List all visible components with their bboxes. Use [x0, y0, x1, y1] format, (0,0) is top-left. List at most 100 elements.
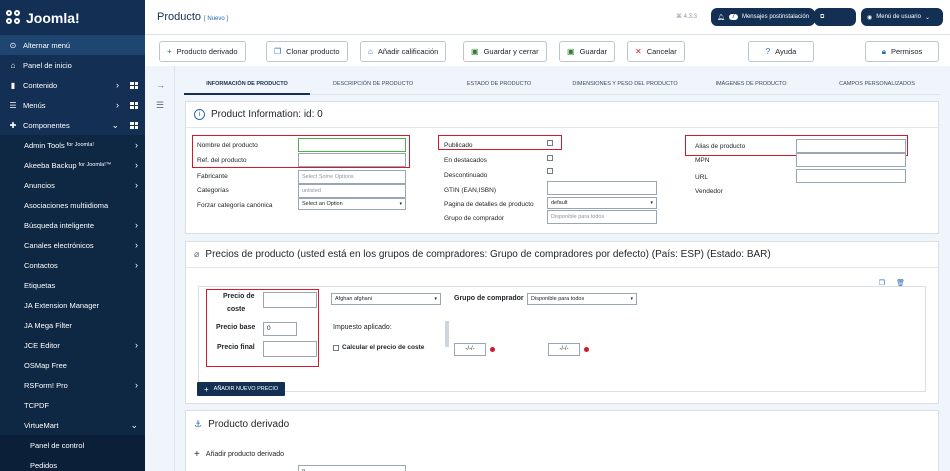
manufacturer-select[interactable]: Select Some Options: [298, 170, 406, 184]
joomla-logo[interactable]: Joomla!: [0, 0, 145, 35]
clear-date-icon[interactable]: [584, 347, 589, 352]
sidebar-item-component[interactable]: Búsqueda inteligente ›: [0, 215, 145, 235]
derived-product-field[interactable]: 0: [298, 465, 406, 471]
alias-input[interactable]: [796, 139, 906, 153]
sidebar-item-component[interactable]: Akeeba Backup for Joomla!™ ›: [0, 155, 145, 175]
tab-5[interactable]: CAMPOS PERSONALIZADOS: [814, 73, 940, 95]
add-rating-button[interactable]: ⌂ Añadir calificación: [360, 41, 447, 62]
currency-select[interactable]: Afghan afghani ▾: [331, 293, 441, 305]
sidebar-item-virtuemart[interactable]: Pedidos: [0, 455, 145, 471]
derived-product-title: Producto derivado: [208, 418, 290, 430]
sidebar-item-label: Asociaciones multiidioma: [24, 200, 109, 210]
price-date-to[interactable]: -/-/-: [548, 343, 580, 356]
trash-icon[interactable]: 🗑︎: [896, 279, 905, 287]
dashboard-grid-icon[interactable]: [130, 121, 138, 129]
save-icon: ▣: [567, 47, 575, 56]
sidebar-item-component[interactable]: OSMap Free: [0, 355, 145, 375]
plus-icon: +: [194, 449, 200, 460]
sidebar-item-component[interactable]: Canales electrónicos ›: [0, 235, 145, 255]
published-checkbox[interactable]: [547, 140, 553, 146]
user-menu-button[interactable]: ◉ Menú de usuario ⌄: [861, 8, 943, 26]
sidebar-item-menus[interactable]: ☰ Menús ›: [0, 95, 145, 115]
tab-3[interactable]: DIMENSIONES Y PESO DEL PRODUCTO: [562, 73, 688, 95]
sidebar-item-components[interactable]: ✚ Componentes ⌄: [0, 115, 145, 135]
sidebar-item-label: Menús: [23, 100, 46, 110]
sidebar-item-component[interactable]: Anuncios ›: [0, 175, 145, 195]
sidebar: Joomla! ⊙ Alternar menú ⌂ Panel de inici…: [0, 0, 145, 471]
arrow-right-icon[interactable]: →: [156, 80, 165, 90]
shopper-group-select[interactable]: Disponible para todos: [547, 210, 657, 224]
sidebar-item-component[interactable]: JA Mega Filter: [0, 315, 145, 335]
help-button[interactable]: ? Ayuda: [748, 41, 814, 62]
dashboard-grid-icon[interactable]: [130, 81, 138, 89]
sidebar-item-component[interactable]: JA Extension Manager: [0, 295, 145, 315]
discontinued-checkbox[interactable]: [547, 168, 553, 174]
cost-price-input[interactable]: [263, 292, 317, 308]
tab-0[interactable]: INFORMACIÓN DE PRODUCTO: [184, 73, 310, 95]
sidebar-item-suffix: for Joomla!™: [78, 162, 112, 168]
chevron-down-icon: ▾: [399, 201, 402, 207]
product-sku-input[interactable]: [298, 153, 406, 167]
hamburger-icon[interactable]: ☰: [156, 100, 164, 111]
price-shopper-group-select[interactable]: Disponible para todos ▾: [527, 293, 637, 305]
derived-product-button[interactable]: + Producto derivado: [159, 41, 246, 62]
gtin-input[interactable]: [547, 181, 657, 195]
sidebar-item-component[interactable]: JCE Editor ›: [0, 335, 145, 355]
add-new-price-button[interactable]: + AÑADIR NUEVO PRECIO: [197, 382, 286, 396]
tab-1[interactable]: DESCRIPCIÓN DE PRODUCTO: [310, 73, 436, 95]
tab-4[interactable]: IMÁGENES DE PRODUCTO: [688, 73, 814, 95]
sidebar-item-component[interactable]: RSForm! Pro ›: [0, 375, 145, 395]
plus-icon: +: [167, 47, 172, 56]
copy-icon: ❐: [274, 47, 282, 56]
product-name-input[interactable]: [298, 138, 406, 152]
base-price-input[interactable]: 0: [263, 322, 297, 336]
clone-product-button[interactable]: ❐ Clonar producto: [266, 41, 348, 62]
product-info-header: i Product Information: id: 0: [186, 102, 938, 128]
tab-2[interactable]: ESTADO DE PRODUCTO: [436, 73, 562, 95]
clear-date-icon[interactable]: [490, 347, 495, 352]
messages-count-badge: 7: [728, 14, 738, 20]
button-label: Añadir calificación: [377, 47, 439, 56]
sidebar-item-component[interactable]: VirtueMart ⌄: [0, 415, 145, 435]
cost-price-label: Precio de: [223, 293, 255, 300]
sidebar-toggle-menu[interactable]: ⊙ Alternar menú: [0, 35, 145, 55]
sidebar-item-label: Alternar menú: [23, 40, 71, 50]
final-price-input[interactable]: [263, 341, 317, 357]
url-input[interactable]: [796, 169, 906, 183]
sidebar-item-home[interactable]: ⌂ Panel de inicio: [0, 55, 145, 75]
scroll-handle[interactable]: [445, 321, 449, 347]
sidebar-item-component[interactable]: Contactos ›: [0, 255, 145, 275]
sidebar-item-content[interactable]: ▮ Contenido ›: [0, 75, 145, 95]
product-prices-card: ⌀ Precios de producto (usted está en los…: [185, 241, 939, 404]
canonical-category-select[interactable]: Select an Option ▾: [298, 198, 406, 210]
price-date-from[interactable]: -/-/-: [454, 343, 486, 356]
save-button[interactable]: ▣ Guardar: [559, 41, 616, 62]
sidebar-item-component[interactable]: Asociaciones multiidioma: [0, 195, 145, 215]
dashboard-grid-icon[interactable]: [130, 101, 138, 109]
categories-select[interactable]: unlisted: [298, 184, 406, 198]
home-icon: ⌂: [10, 60, 16, 70]
save-close-button[interactable]: ▣ Guardar y cerrar: [463, 41, 547, 62]
details-page-select[interactable]: default ▾: [547, 197, 657, 209]
sidebar-item-label: Anuncios: [24, 180, 55, 190]
calc-cost-checkbox[interactable]: [333, 345, 339, 351]
featured-checkbox[interactable]: [547, 155, 553, 161]
add-derived-product-link[interactable]: + Añadir producto derivado: [194, 449, 284, 460]
sidebar-item-label: Contactos: [24, 260, 58, 270]
chevron-right-icon: ›: [135, 340, 138, 350]
sidebar-item-component[interactable]: TCPDF: [0, 395, 145, 415]
anchor-icon: ⚓︎: [194, 418, 203, 429]
sidebar-item-component[interactable]: Admin Tools for Joomla! ›: [0, 135, 145, 155]
file-icon: ▮: [10, 80, 16, 90]
button-label: Permisos: [891, 47, 923, 56]
mpn-input[interactable]: [796, 153, 906, 167]
sidebar-item-component[interactable]: Etiquetas: [0, 275, 145, 295]
permissions-button[interactable]: 🔒︎ Permisos: [865, 41, 939, 62]
cancel-button[interactable]: ✕ Cancelar: [627, 41, 685, 62]
sidebar-item-label: JA Extension Manager: [24, 300, 100, 310]
view-site-button[interactable]: ⧉: [814, 8, 856, 26]
copy-icon[interactable]: ❐: [879, 279, 885, 287]
chevron-down-icon: ⌄: [130, 419, 138, 430]
sidebar-item-virtuemart[interactable]: Panel de control: [0, 435, 145, 455]
post-install-messages-button[interactable]: 🔔︎ 7 Mensajes postinstalación: [711, 8, 816, 26]
